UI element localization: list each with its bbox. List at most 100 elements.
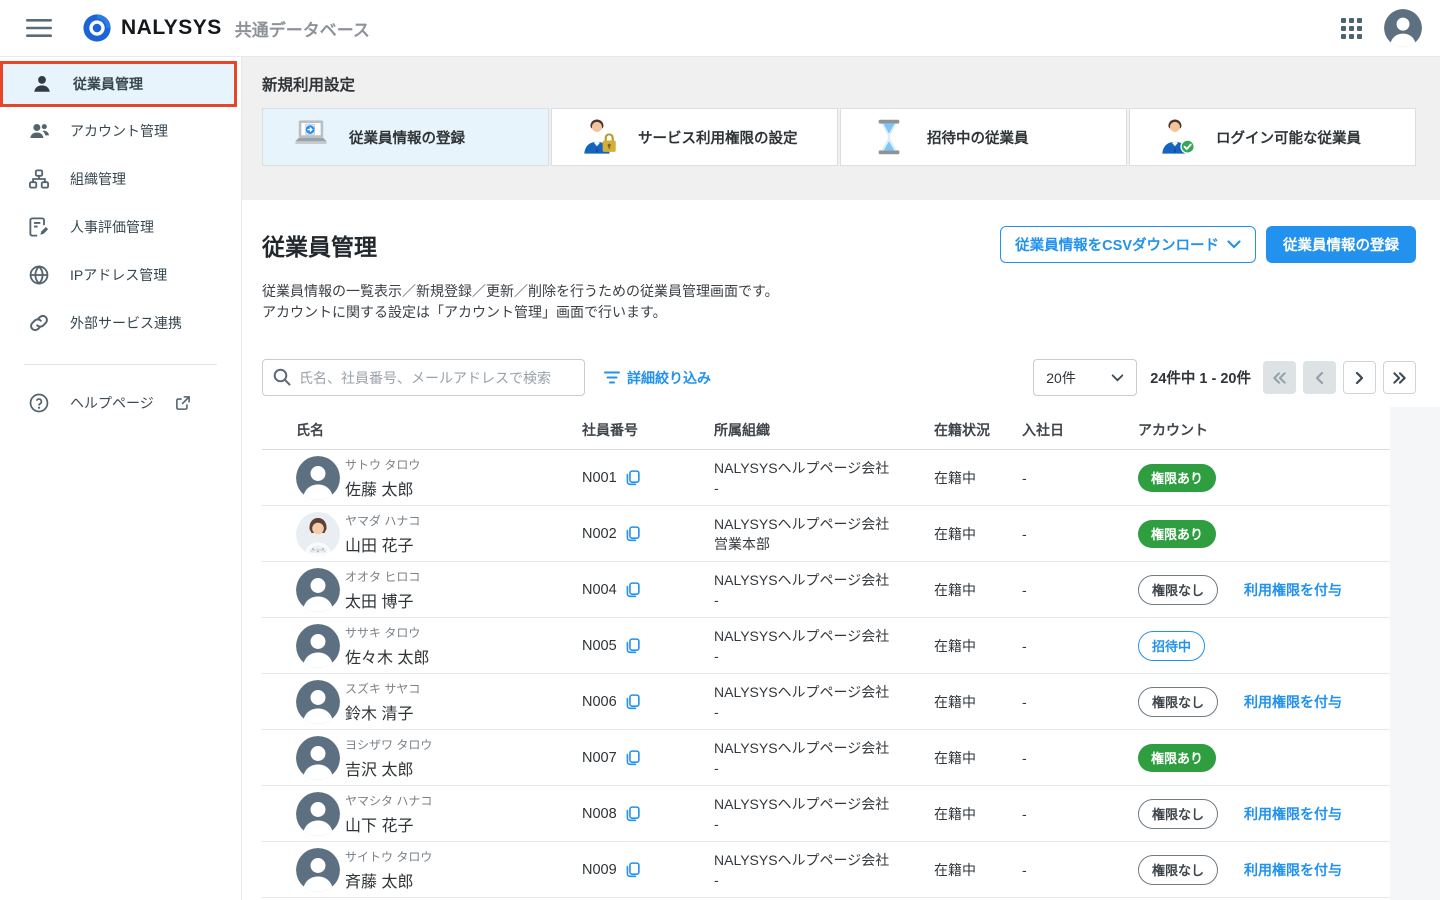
card-label: 従業員情報の登録	[349, 127, 465, 148]
chevron-right-icon	[1355, 372, 1364, 384]
first-page-button[interactable]	[1263, 361, 1296, 394]
org-department: -	[714, 646, 934, 666]
double-chevron-left-icon	[1272, 372, 1287, 384]
hourglass-icon	[867, 117, 911, 157]
link-icon	[28, 312, 50, 334]
copy-button[interactable]	[624, 581, 641, 598]
copy-button[interactable]	[624, 861, 641, 878]
org-chart-icon	[28, 168, 50, 190]
help-circle-icon	[28, 392, 50, 414]
csv-download-button[interactable]: 従業員情報をCSVダウンロード	[1000, 226, 1256, 263]
apps-grid-button[interactable]	[1341, 18, 1362, 39]
brand-name: NALYSYS	[121, 16, 222, 40]
search-input[interactable]	[262, 359, 585, 396]
card-login-enabled-employees[interactable]: ログイン可能な従業員	[1129, 108, 1416, 166]
table-row[interactable]: ササキ タロウ 佐々木 太郎 N005 NALYSYSヘルプページ会社 - 在籍…	[262, 618, 1390, 674]
user-avatar-button[interactable]	[1384, 9, 1422, 47]
employee-name: 山田 花子	[345, 532, 420, 556]
main-area: 新規利用設定 従業員情報の登録 サービス利用権限の設定 招待中の従業員	[242, 57, 1440, 900]
register-employee-button[interactable]: 従業員情報の登録	[1266, 226, 1416, 263]
table-row[interactable]: スズキ サヤコ 鈴木 清子 N006 NALYSYSヘルプページ会社 - 在籍中…	[262, 674, 1390, 730]
org-department: 営業本部	[714, 534, 934, 554]
copy-icon	[624, 525, 641, 542]
menu-button[interactable]	[24, 13, 54, 43]
search-box	[262, 359, 585, 396]
column-header: 在籍状況	[934, 420, 1022, 440]
org-department: -	[714, 702, 934, 722]
double-chevron-right-icon	[1392, 372, 1407, 384]
copy-button[interactable]	[624, 805, 641, 822]
employee-name: 太田 博子	[345, 588, 420, 612]
grant-permission-link[interactable]: 利用権限を付与	[1244, 804, 1342, 824]
table-toolbar: 詳細絞り込み 20件 24件中 1 - 20件	[262, 359, 1416, 396]
table-row[interactable]: ヨシザワ タロウ 吉沢 太郎 N007 NALYSYSヘルプページ会社 - 在籍…	[262, 730, 1390, 786]
nalysys-logo-icon	[82, 13, 112, 43]
sidebar: 従業員管理 アカウント管理 組織管理 人事評価管理 IPアドレス管理 外部サービ…	[0, 57, 242, 900]
employee-kana: サトウ タロウ	[345, 456, 420, 473]
avatar-placeholder-icon	[296, 736, 340, 780]
employee-number: N006	[582, 694, 617, 710]
avatar-placeholder-icon	[296, 848, 340, 892]
hire-date: -	[1022, 582, 1027, 598]
sidebar-item-employee-management[interactable]: 従業員管理	[0, 61, 237, 107]
right-gutter	[1390, 407, 1440, 900]
org-department: -	[714, 758, 934, 778]
org-company: NALYSYSヘルプページ会社	[714, 570, 934, 590]
card-label: ログイン可能な従業員	[1216, 127, 1361, 148]
employee-number: N001	[582, 470, 617, 486]
quick-setup-cards: 従業員情報の登録 サービス利用権限の設定 招待中の従業員 ログイン可能な従業員	[262, 108, 1416, 166]
copy-button[interactable]	[624, 749, 641, 766]
sidebar-item-account-management[interactable]: アカウント管理	[0, 107, 241, 155]
product-name: 共通データベース	[235, 16, 370, 41]
card-service-permission[interactable]: サービス利用権限の設定	[551, 108, 838, 166]
copy-button[interactable]	[624, 469, 641, 486]
table-row[interactable]: サイトウ タロウ 斉藤 太郎 N009 NALYSYSヘルプページ会社 - 在籍…	[262, 842, 1390, 898]
copy-icon	[624, 637, 641, 654]
card-invited-employees[interactable]: 招待中の従業員	[840, 108, 1127, 166]
grant-permission-link[interactable]: 利用権限を付与	[1244, 692, 1342, 712]
description-line: アカウントに関する設定は「アカウント管理」画面で行います。	[262, 302, 1416, 323]
copy-button[interactable]	[624, 693, 641, 710]
page-description: 従業員情報の一覧表示／新規登録／更新／削除を行うための従業員管理画面です。 アカ…	[262, 281, 1416, 323]
copy-button[interactable]	[624, 525, 641, 542]
sidebar-item-help-page[interactable]: ヘルプページ	[0, 379, 241, 427]
employee-name: 佐々木 太郎	[345, 644, 429, 668]
sidebar-item-hr-evaluation[interactable]: 人事評価管理	[0, 203, 241, 251]
account-status-badge: 権限あり	[1138, 744, 1216, 772]
employee-number: N002	[582, 526, 617, 542]
hire-date: -	[1022, 750, 1027, 766]
copy-button[interactable]	[624, 637, 641, 654]
sidebar-item-organization-management[interactable]: 組織管理	[0, 155, 241, 203]
copy-icon	[624, 861, 641, 878]
grant-permission-link[interactable]: 利用権限を付与	[1244, 860, 1342, 880]
sidebar-item-label: 外部サービス連携	[70, 313, 182, 333]
sidebar-item-external-services[interactable]: 外部サービス連携	[0, 299, 241, 347]
page-size-select[interactable]: 20件	[1033, 359, 1137, 396]
copy-icon	[624, 581, 641, 598]
table-row[interactable]: オオタ ヒロコ 太田 博子 N004 NALYSYSヘルプページ会社 - 在籍中…	[262, 562, 1390, 618]
org-department: -	[714, 478, 934, 498]
advanced-filter-label: 詳細絞り込み	[627, 368, 711, 388]
sidebar-item-label: アカウント管理	[70, 121, 168, 141]
account-status-badge: 権限なし	[1138, 687, 1218, 717]
prev-page-button[interactable]	[1303, 361, 1336, 394]
chevron-left-icon	[1315, 372, 1324, 384]
page-size-value: 20件	[1046, 368, 1076, 388]
sidebar-item-ip-address[interactable]: IPアドレス管理	[0, 251, 241, 299]
table-row[interactable]: ヤマシタ ハナコ 山下 花子 N008 NALYSYSヘルプページ会社 - 在籍…	[262, 786, 1390, 842]
employee-kana: オオタ ヒロコ	[345, 568, 420, 585]
table-row[interactable]: ヤマダ ハナコ 山田 花子 N002 NALYSYSヘルプページ会社 営業本部 …	[262, 506, 1390, 562]
table-row[interactable]: サトウ タロウ 佐藤 太郎 N001 NALYSYSヘルプページ会社 - 在籍中…	[262, 450, 1390, 506]
grant-permission-link[interactable]: 利用権限を付与	[1244, 580, 1342, 600]
advanced-filter-link[interactable]: 詳細絞り込み	[604, 368, 711, 388]
card-register-employee[interactable]: 従業員情報の登録	[262, 108, 549, 166]
column-header: 入社日	[1022, 420, 1138, 440]
employee-name: 鈴木 清子	[345, 700, 420, 724]
top-header: NALYSYS 共通データベース	[0, 0, 1440, 57]
last-page-button[interactable]	[1383, 361, 1416, 394]
avatar-placeholder-icon	[296, 792, 340, 836]
chevron-down-icon	[1111, 374, 1124, 382]
next-page-button[interactable]	[1343, 361, 1376, 394]
sidebar-item-label: 従業員管理	[73, 74, 143, 94]
employee-management-section: 従業員管理 従業員情報をCSVダウンロード 従業員情報の登録 従業員情報の一覧表…	[242, 200, 1440, 898]
